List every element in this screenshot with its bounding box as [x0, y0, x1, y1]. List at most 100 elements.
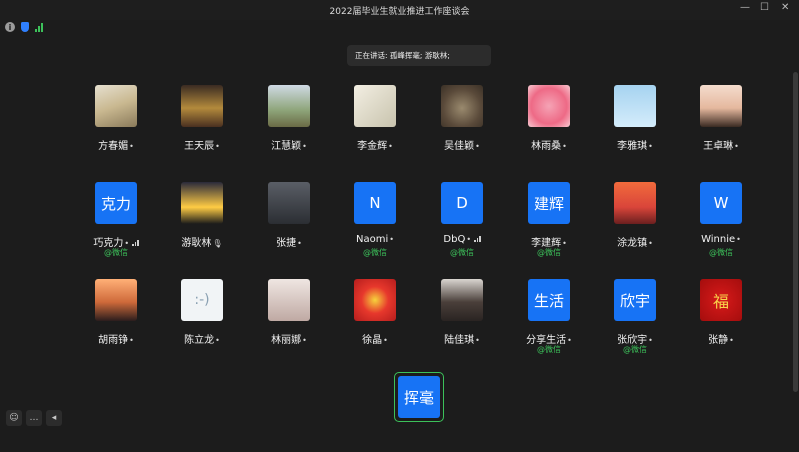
participant-tile[interactable]: W Winnie• @微信 — [676, 182, 766, 272]
participant-name: 林丽娜 — [271, 335, 302, 346]
window-title: 2022届毕业生就业推进工作座谈会 — [329, 6, 470, 17]
participant-avatar — [181, 182, 223, 224]
participant-avatar: 生活 — [528, 279, 570, 321]
participant-name: 李雅琪 — [617, 141, 648, 152]
active-speaker-tile[interactable]: 挥毫 — [394, 372, 444, 422]
participant-avatar — [441, 85, 483, 127]
active-speaker-avatar: 挥毫 — [398, 376, 440, 418]
participant-tile[interactable]: 陆佳琪• — [417, 279, 507, 369]
title-bar: 2022届毕业生就业推进工作座谈会 — ☐ ✕ — [0, 0, 799, 20]
mic-muted-icon: • — [302, 336, 307, 345]
info-icon[interactable]: i — [5, 22, 15, 32]
participant-tile[interactable]: 徐晶• — [330, 279, 420, 369]
participant-tile[interactable]: 胡雨铮• — [71, 279, 161, 369]
participant-tile[interactable]: 吴佳颖• — [417, 85, 507, 175]
participant-name-row: 涂龙镇• — [590, 234, 680, 249]
speaking-text: 正在讲话: 孤峰挥毫; 游耿林; — [355, 51, 450, 60]
shield-icon[interactable] — [21, 22, 29, 32]
mic-muted-icon: • — [388, 142, 393, 151]
participant-avatar — [354, 279, 396, 321]
participant-tile[interactable]: 林丽娜• — [244, 279, 334, 369]
participant-tile[interactable]: N Naomi• @微信 — [330, 182, 420, 272]
participant-tile[interactable]: 生活 分享生活• @微信 — [504, 279, 594, 369]
participant-tile[interactable]: 王卓琳• — [676, 85, 766, 175]
participant-avatar — [614, 182, 656, 224]
mic-muted-icon: • — [297, 239, 302, 248]
participant-name: 徐晶 — [362, 335, 383, 346]
participant-name-row: Winnie• — [676, 234, 766, 245]
participant-tile[interactable]: :-) 陈立龙• — [157, 279, 247, 369]
mic-muted-icon: • — [215, 336, 220, 345]
participant-avatar: :-) — [181, 279, 223, 321]
participant-name-row: 李金辉• — [330, 137, 420, 152]
participant-avatar — [614, 85, 656, 127]
participant-name-row: 吴佳颖• — [417, 137, 507, 152]
participant-tile[interactable]: 方春媚• — [71, 85, 161, 175]
participant-tile[interactable]: 江慧颖• — [244, 85, 334, 175]
participant-name-row: 游耿林🎙 — [157, 234, 247, 249]
participant-name-row: Naomi• — [330, 234, 420, 245]
participant-name-row: 林雨桑• — [504, 137, 594, 152]
mic-muted-icon: • — [129, 336, 134, 345]
participant-name: 胡雨铮 — [98, 335, 129, 346]
collapse-icon[interactable]: ◂ — [46, 410, 62, 426]
participant-avatar — [268, 85, 310, 127]
participant-name-row: 方春媚• — [71, 137, 161, 152]
chat-icon[interactable]: … — [26, 410, 42, 426]
participant-name-row: 林丽娜• — [244, 331, 334, 346]
mic-on-icon: 🎙 — [212, 239, 223, 248]
wechat-badge: @微信 — [537, 248, 561, 257]
participant-avatar: D — [441, 182, 483, 224]
mic-muted-icon: • — [734, 142, 739, 151]
emoji-icon[interactable]: ☺ — [6, 410, 22, 426]
participant-avatar — [354, 85, 396, 127]
mic-muted-icon: • — [215, 142, 220, 151]
participant-tile[interactable]: 李金辉• — [330, 85, 420, 175]
close-button[interactable]: ✕ — [781, 2, 789, 13]
participant-name: 江慧颖 — [271, 141, 302, 152]
participant-avatar: 福 — [700, 279, 742, 321]
participant-tile[interactable]: 建辉 李建辉• @微信 — [504, 182, 594, 272]
participant-name: 陈立龙 — [184, 335, 215, 346]
participant-tile[interactable]: 福张静• — [676, 279, 766, 369]
participant-tile[interactable]: 李雅琪• — [590, 85, 680, 175]
participant-avatar: W — [700, 182, 742, 224]
mic-muted-icon: • — [383, 336, 388, 345]
scrollbar[interactable] — [793, 72, 798, 392]
participant-tile[interactable]: 林雨桑• — [504, 85, 594, 175]
participant-avatar — [528, 85, 570, 127]
minimize-button[interactable]: — — [740, 2, 750, 13]
participant-name: DbQ — [443, 234, 466, 245]
signal-icon[interactable] — [35, 22, 43, 32]
participant-tile[interactable]: 游耿林🎙 — [157, 182, 247, 272]
participant-name: 陆佳琪 — [444, 335, 475, 346]
mic-muted-icon: • — [736, 235, 741, 244]
participant-tile[interactable]: 张捷• — [244, 182, 334, 272]
participant-name: 林雨桑 — [531, 141, 562, 152]
participant-name: 游耿林 — [181, 238, 212, 249]
participant-name: 王卓琳 — [703, 141, 734, 152]
participant-tile[interactable]: 涂龙镇• — [590, 182, 680, 272]
participant-tile[interactable]: 王天辰• — [157, 85, 247, 175]
participant-avatar — [181, 85, 223, 127]
mic-muted-icon: • — [562, 142, 567, 151]
mic-muted-icon: • — [389, 235, 394, 244]
mic-muted-icon: • — [129, 142, 134, 151]
participant-tile[interactable]: 克力 巧克力• @微信 — [71, 182, 161, 272]
participant-tile[interactable]: 欣宇 张欣宇• @微信 — [590, 279, 680, 369]
maximize-button[interactable]: ☐ — [760, 2, 769, 13]
participant-name: 李金辉 — [357, 141, 388, 152]
bottom-left-controls: ☺ … ◂ — [6, 409, 62, 427]
speaking-indicator: 正在讲话: 孤峰挥毫; 游耿林; — [347, 45, 491, 66]
participant-avatar: 克力 — [95, 182, 137, 224]
participant-name: Winnie — [701, 234, 736, 245]
participant-name: 张静 — [708, 335, 729, 346]
wechat-badge: @微信 — [709, 248, 733, 257]
participant-tile[interactable]: D DbQ• @微信 — [417, 182, 507, 272]
participant-avatar — [441, 279, 483, 321]
participant-name: 吴佳颖 — [444, 141, 475, 152]
participant-avatar — [700, 85, 742, 127]
participant-avatar — [268, 279, 310, 321]
participant-name-row: 张静• — [676, 331, 766, 346]
participant-name-row: 李雅琪• — [590, 137, 680, 152]
